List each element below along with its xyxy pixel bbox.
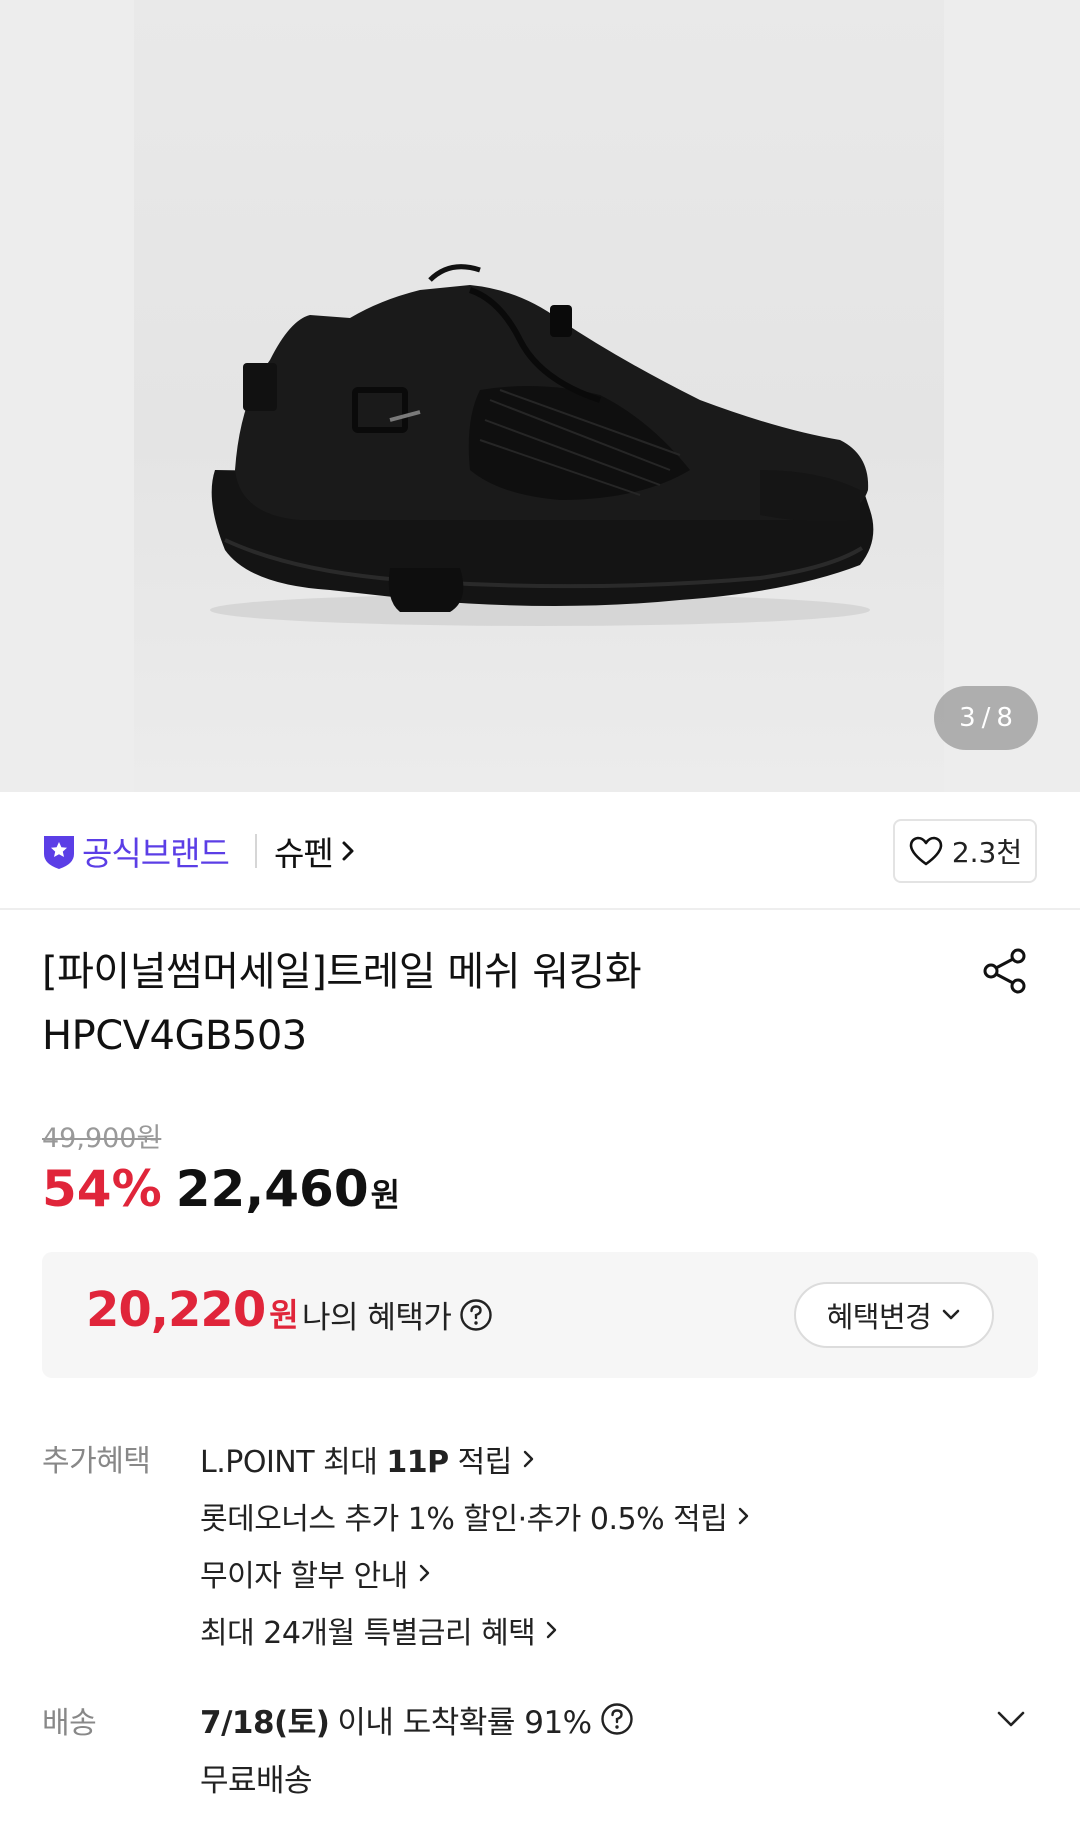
brand-row: 공식브랜드 슈펜 2.3천 bbox=[0, 792, 1080, 910]
chevron-right-icon bbox=[419, 1564, 429, 1581]
shipping-fee: 무료배송 bbox=[200, 1762, 313, 1799]
benefit-item-text: 롯데오너스 추가 1% 할인·추가 0.5% 적립 bbox=[200, 1501, 728, 1537]
original-price: 49,900원 bbox=[42, 1123, 162, 1154]
chevron-down-icon[interactable] bbox=[994, 1702, 1028, 1736]
delivery-info: 7/18(토) 이내 도착확률 91% 무료배송 bbox=[200, 1690, 634, 1806]
chevron-right-icon bbox=[547, 1621, 557, 1638]
benefit-item-text: 무이자 할부 안내 bbox=[200, 1558, 408, 1594]
chevron-right-icon bbox=[523, 1450, 534, 1467]
image-counter-current: 3 bbox=[959, 703, 976, 733]
heart-icon bbox=[909, 836, 943, 866]
benefit-item-text: L.POINT 최대 11P 적립 bbox=[200, 1444, 512, 1480]
change-benefit-label: 혜택변경 bbox=[826, 1300, 932, 1334]
product-image-shoe bbox=[210, 264, 874, 626]
extra-benefits-list: L.POINT 최대 11P 적립 롯데오너스 추가 1% 할인·추가 0.5%… bbox=[200, 1430, 751, 1658]
question-circle-icon[interactable] bbox=[600, 1702, 634, 1736]
product-model-code: HPCV4GB503 bbox=[42, 1013, 307, 1059]
sale-price-currency: 원 bbox=[370, 1176, 401, 1214]
image-counter-badge: 3 / 8 bbox=[934, 686, 1038, 750]
delivery-date: 7/18(토) bbox=[200, 1704, 330, 1741]
shield-star-icon bbox=[44, 836, 74, 869]
benefit-label-text: 나의 혜택가 bbox=[302, 1300, 452, 1336]
chevron-down-icon bbox=[943, 1309, 960, 1320]
price-row: 54% 22,460 원 bbox=[42, 1160, 400, 1218]
image-counter-total: 8 bbox=[996, 703, 1013, 733]
discount-rate: 54% bbox=[42, 1160, 162, 1218]
benefit-price-label: 나의 혜택가 bbox=[302, 1292, 493, 1337]
change-benefit-button[interactable]: 혜택변경 bbox=[794, 1282, 994, 1348]
delivery-estimate: 7/18(토) 이내 도착확률 91% bbox=[200, 1690, 634, 1748]
image-counter-separator: / bbox=[981, 703, 991, 733]
brand-store-link[interactable]: 슈펜 bbox=[274, 828, 355, 874]
product-title-line: [파이널썸머세일]트레일 메쉬 워킹화 bbox=[42, 949, 642, 995]
product-title: [파이널썸머세일]트레일 메쉬 워킹화 HPCV4GB503 bbox=[42, 940, 942, 1068]
brand-name: 슈펜 bbox=[274, 834, 334, 873]
question-circle-icon[interactable] bbox=[459, 1298, 493, 1332]
brand-divider bbox=[255, 834, 257, 868]
benefit-price: 20,220 원 bbox=[86, 1282, 299, 1338]
official-brand-badge: 공식브랜드 bbox=[42, 828, 230, 874]
benefit-item-text: 최대 24개월 특별금리 혜택 bbox=[200, 1615, 536, 1651]
share-icon[interactable] bbox=[978, 944, 1032, 998]
my-benefit-price-box: 20,220 원 나의 혜택가 혜택변경 bbox=[42, 1252, 1038, 1378]
extra-benefits-label: 추가혜택 bbox=[42, 1444, 151, 1479]
delivery-probability: 이내 도착확률 91% bbox=[337, 1704, 592, 1741]
official-brand-label: 공식브랜드 bbox=[82, 834, 230, 873]
chevron-right-icon bbox=[342, 841, 354, 861]
benefit-price-currency: 원 bbox=[269, 1296, 299, 1334]
delivery-label: 배송 bbox=[42, 1706, 97, 1741]
benefit-item-installment[interactable]: 무이자 할부 안내 bbox=[200, 1544, 751, 1601]
benefit-item-lotte-owners[interactable]: 롯데오너스 추가 1% 할인·추가 0.5% 적립 bbox=[200, 1487, 751, 1544]
chevron-right-icon bbox=[739, 1507, 749, 1524]
benefit-item-special-rate[interactable]: 최대 24개월 특별금리 혜택 bbox=[200, 1601, 751, 1658]
benefit-price-value: 20,220 bbox=[86, 1282, 266, 1338]
product-image-gallery[interactable]: 3 / 8 bbox=[0, 0, 1080, 792]
sale-price: 22,460 bbox=[175, 1160, 369, 1218]
benefit-item-lpoint[interactable]: L.POINT 최대 11P 적립 bbox=[200, 1430, 751, 1487]
like-button[interactable]: 2.3천 bbox=[893, 819, 1037, 883]
like-count: 2.3천 bbox=[951, 836, 1023, 869]
